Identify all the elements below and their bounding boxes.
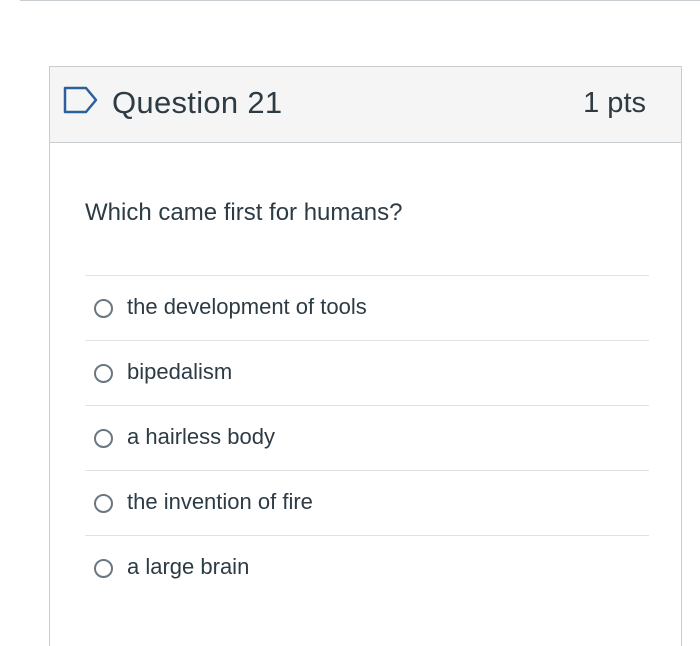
answer-label[interactable]: a hairless body xyxy=(127,426,275,448)
answer-option[interactable]: a large brain xyxy=(85,535,649,600)
flag-outline-icon[interactable] xyxy=(62,85,100,115)
answer-list: the development of tools bipedalism a ha… xyxy=(85,275,649,600)
question-card: Question 21 1 pts Which came first for h… xyxy=(49,66,682,646)
top-divider xyxy=(20,0,700,1)
answer-option[interactable]: the development of tools xyxy=(85,275,649,340)
question-points: 1 pts xyxy=(583,87,646,119)
answer-option[interactable]: the invention of fire xyxy=(85,470,649,535)
answer-label[interactable]: bipedalism xyxy=(127,361,232,383)
answer-label[interactable]: the development of tools xyxy=(127,296,367,318)
radio-button[interactable] xyxy=(94,494,113,513)
question-title: Question 21 xyxy=(112,85,283,120)
radio-button[interactable] xyxy=(94,299,113,318)
answer-label[interactable]: the invention of fire xyxy=(127,491,313,513)
radio-button[interactable] xyxy=(94,559,113,578)
answer-option[interactable]: bipedalism xyxy=(85,340,649,405)
answer-label[interactable]: a large brain xyxy=(127,556,249,578)
question-header: Question 21 1 pts xyxy=(50,67,681,143)
question-text: Which came first for humans? xyxy=(85,199,403,226)
radio-button[interactable] xyxy=(94,364,113,383)
answer-option[interactable]: a hairless body xyxy=(85,405,649,470)
radio-button[interactable] xyxy=(94,429,113,448)
